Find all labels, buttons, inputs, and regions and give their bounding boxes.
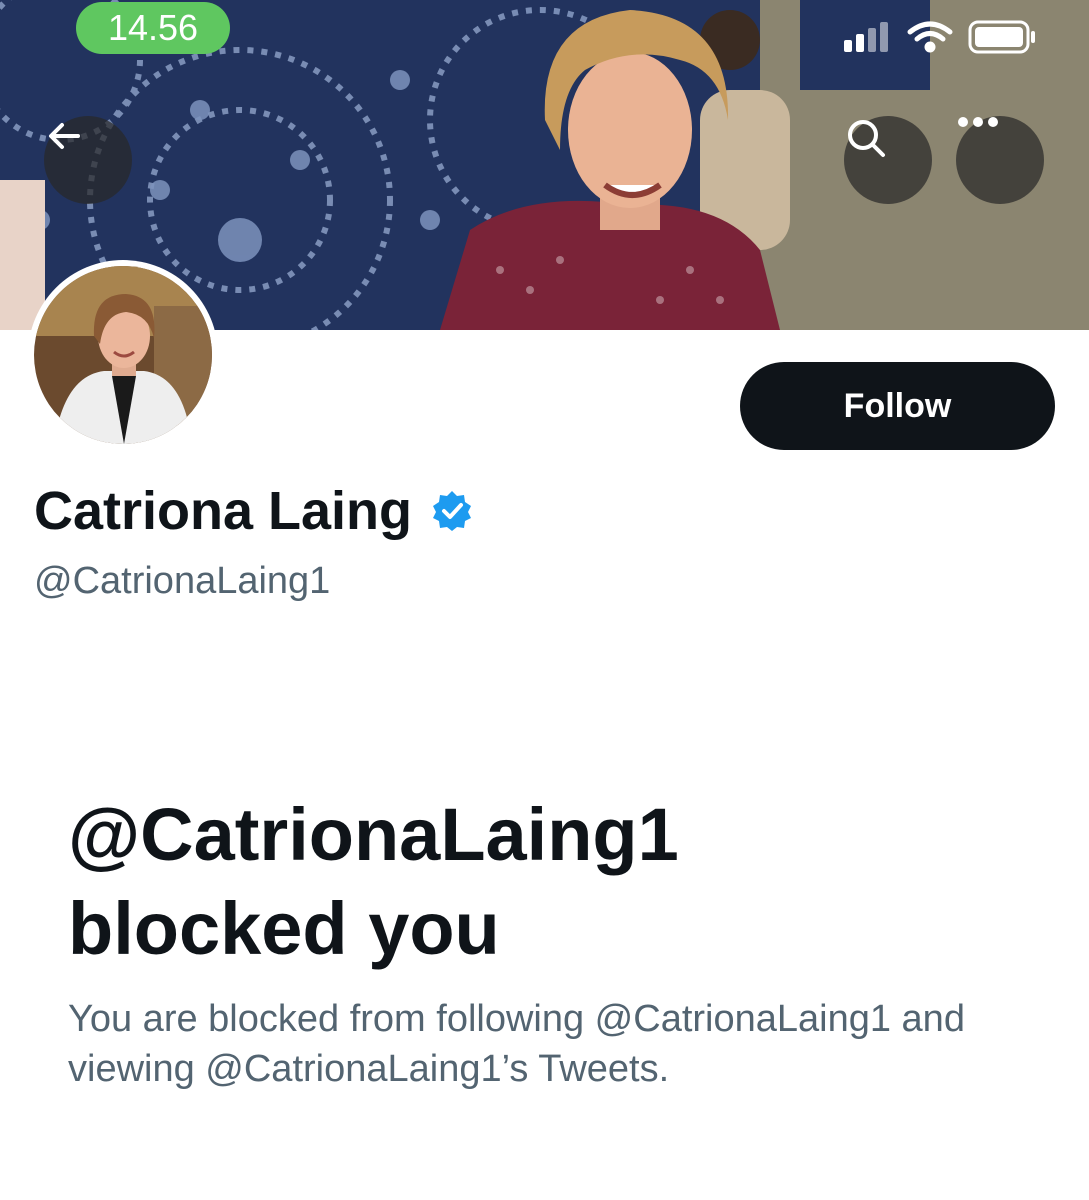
search-icon	[848, 120, 885, 157]
status-time: 14.56	[76, 2, 230, 54]
avatar-photo	[34, 266, 212, 444]
profile-handle: @CatrionaLaing1	[34, 560, 331, 602]
battery-icon	[968, 20, 1035, 54]
back-button[interactable]	[44, 116, 132, 204]
profile-name-row: Catriona Laing	[34, 480, 474, 542]
blocked-title-text: blocked you	[68, 887, 500, 970]
arrow-left-icon	[49, 123, 80, 149]
display-name: Catriona Laing	[34, 481, 413, 541]
search-button[interactable]	[844, 116, 932, 204]
blocked-title-handle: @CatrionaLaing1	[68, 793, 679, 876]
cellular-signal-icon	[844, 22, 888, 52]
blocked-description: You are blocked from following @Catriona…	[68, 998, 965, 1090]
verified-badge-icon[interactable]	[430, 489, 474, 533]
more-horizontal-icon	[958, 117, 998, 127]
more-options-button[interactable]	[956, 116, 1044, 204]
profile-avatar[interactable]	[28, 260, 218, 450]
wifi-icon	[907, 21, 953, 53]
blocked-title: @CatrionaLaing1 blocked you	[68, 788, 1028, 976]
follow-button[interactable]: Follow	[740, 362, 1055, 450]
